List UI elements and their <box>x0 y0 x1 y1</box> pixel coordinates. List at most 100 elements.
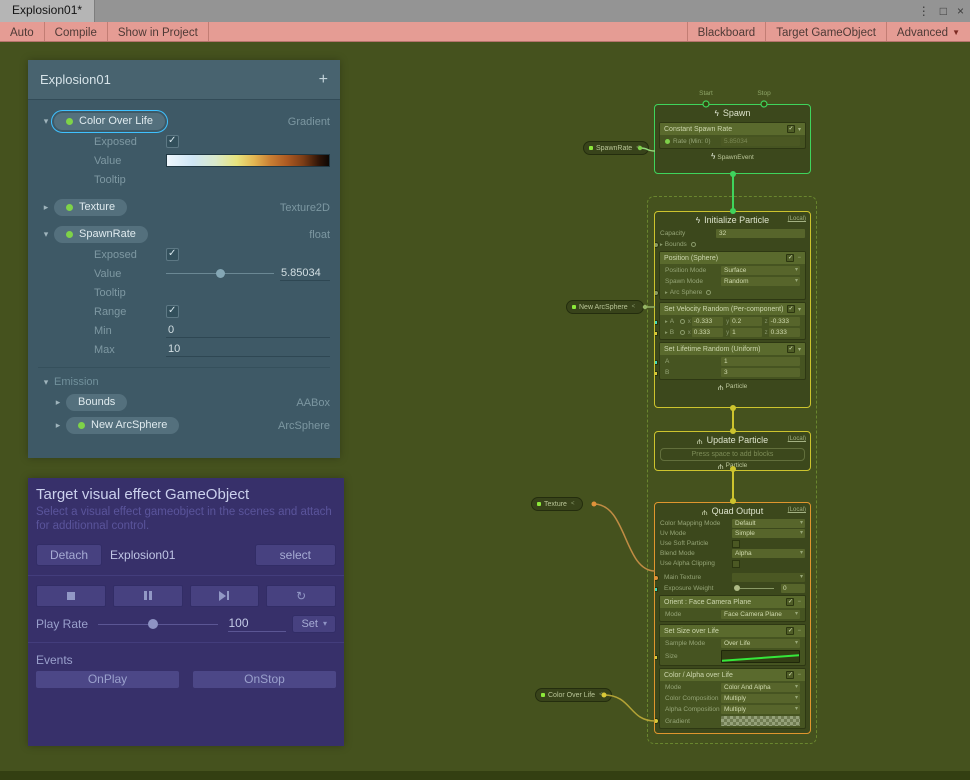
range-checkbox[interactable] <box>166 305 179 318</box>
pause-button[interactable] <box>113 585 183 607</box>
space-mode-link[interactable]: (Local) <box>788 216 806 222</box>
arc-sphere-port[interactable] <box>654 290 659 296</box>
max-field[interactable]: 10 <box>166 343 330 357</box>
initialize-particle-node[interactable]: ϟInitialize Particle(Local) Capacity 32 … <box>654 211 811 408</box>
gradient-port[interactable] <box>654 718 659 724</box>
param-node-color-over-life[interactable]: Color Over Life < <box>535 688 612 702</box>
alpha-clipping-checkbox[interactable] <box>732 560 740 568</box>
rate-port[interactable] <box>665 139 670 144</box>
blend-mode-dropdown[interactable]: Alpha <box>732 549 805 558</box>
position-mode-dropdown[interactable]: Surface <box>721 266 800 275</box>
expand-arrow-icon[interactable]: ▸ <box>665 330 668 336</box>
graph-canvas[interactable]: Start Stop ϟSpawn Constant Spawn Rate✓▾ … <box>0 42 970 780</box>
alpha-composition-dropdown[interactable]: Multiply <box>721 705 800 714</box>
uv-mode-dropdown[interactable]: Simple <box>732 529 805 538</box>
collapse-icon[interactable]: − <box>797 628 801 634</box>
collapse-icon[interactable]: < <box>599 692 603 698</box>
value-field[interactable]: 5.85034 <box>280 267 330 281</box>
block-enabled-checkbox[interactable]: ✓ <box>786 254 794 262</box>
position-sphere-block[interactable]: Position (Sphere)✓− Position Mode Surfac… <box>659 251 806 300</box>
show-in-project-button[interactable]: Show in Project <box>108 22 209 41</box>
lifetime-a-port[interactable] <box>654 360 658 365</box>
lifetime-a-field[interactable]: 1 <box>721 357 800 366</box>
param-node-arcsphere[interactable]: New ArcSphere < <box>566 300 644 314</box>
expand-arrow-icon[interactable]: ▸ <box>665 319 668 325</box>
orient-block[interactable]: Orient : Face Camera Plane✓− Mode Face C… <box>659 595 806 622</box>
collapse-icon[interactable]: ▾ <box>798 306 801 313</box>
collapse-icon[interactable]: − <box>797 599 801 605</box>
space-mode-link[interactable]: (Local) <box>788 436 806 442</box>
lifetime-b-port[interactable] <box>654 371 658 376</box>
exposure-weight-field[interactable]: 0 <box>781 584 805 593</box>
param-pill-color-over-life[interactable]: Color Over Life <box>54 113 165 130</box>
category-emission[interactable]: ▾ Emission <box>38 367 330 388</box>
step-button[interactable] <box>190 585 260 607</box>
quad-output-node[interactable]: ΨQuad Output(Local) Color Mapping Mode D… <box>654 502 811 734</box>
exposure-weight-slider[interactable] <box>732 584 778 593</box>
collapse-icon[interactable]: ▾ <box>798 346 801 353</box>
blackboard-toggle-button[interactable]: Blackboard <box>687 22 766 41</box>
compile-button[interactable]: Compile <box>45 22 108 41</box>
param-node-texture[interactable]: Texture < <box>531 497 583 511</box>
color-mode-dropdown[interactable]: Color And Alpha <box>721 683 800 692</box>
lifetime-b-field[interactable]: 3 <box>721 368 800 377</box>
collapse-icon[interactable]: ▾ <box>798 126 801 133</box>
main-texture-field[interactable] <box>732 573 805 582</box>
spawn-mode-dropdown[interactable]: Random <box>721 277 800 286</box>
advanced-dropdown-button[interactable]: Advanced▼ <box>886 22 970 41</box>
orient-mode-dropdown[interactable]: Face Camera Plane <box>721 610 800 619</box>
main-texture-port[interactable] <box>654 575 659 581</box>
chevron-down-icon[interactable]: ▾ <box>38 377 54 388</box>
velocity-b-port[interactable] <box>654 331 658 336</box>
set-velocity-random-block[interactable]: Set Velocity Random (Per-component)✓▾ ▸ … <box>659 302 806 340</box>
space-toggle-icon[interactable] <box>691 242 696 247</box>
chevron-down-icon[interactable]: ▾ <box>38 116 54 127</box>
block-enabled-checkbox[interactable]: ✓ <box>787 125 795 133</box>
add-blocks-placeholder[interactable]: Press space to add blocks <box>660 448 805 461</box>
value-slider[interactable] <box>166 267 274 280</box>
add-parameter-button[interactable]: + <box>319 71 328 89</box>
auto-toggle-button[interactable]: Auto <box>0 22 45 41</box>
chevron-right-icon[interactable]: ▸ <box>50 420 66 431</box>
block-enabled-checkbox[interactable]: ✓ <box>786 671 794 679</box>
color-mapping-dropdown[interactable]: Default <box>732 519 805 528</box>
exposed-checkbox[interactable] <box>166 248 179 261</box>
capacity-field[interactable]: 32 <box>716 229 805 238</box>
velocity-b-y-field[interactable]: 1 <box>730 328 761 337</box>
soft-particle-checkbox[interactable] <box>732 540 740 548</box>
rate-value-field[interactable]: 5.85034 <box>721 137 800 146</box>
velocity-a-port[interactable] <box>654 320 658 325</box>
gradient-preview-field[interactable] <box>166 154 330 167</box>
velocity-a-z-field[interactable]: -0.333 <box>769 317 800 326</box>
close-icon[interactable]: × <box>957 4 964 18</box>
menu-icon[interactable]: ⋮ <box>918 4 930 18</box>
param-pill-spawnrate[interactable]: SpawnRate <box>54 226 148 243</box>
exposure-weight-port[interactable] <box>654 587 658 592</box>
param-pill-bounds[interactable]: Bounds <box>66 394 127 411</box>
play-rate-slider[interactable] <box>94 617 222 631</box>
block-enabled-checkbox[interactable]: ✓ <box>787 305 795 313</box>
maximize-icon[interactable]: □ <box>940 4 947 18</box>
set-size-over-life-block[interactable]: Set Size over Life✓− Sample Mode Over Li… <box>659 624 806 666</box>
velocity-a-x-field[interactable]: -0.333 <box>692 317 723 326</box>
target-gameobject-toggle-button[interactable]: Target GameObject <box>765 22 886 41</box>
size-port[interactable] <box>654 655 658 660</box>
block-enabled-checkbox[interactable]: ✓ <box>786 627 794 635</box>
collapse-icon[interactable]: < <box>636 145 640 151</box>
param-pill-new-arcsphere[interactable]: New ArcSphere <box>66 417 179 434</box>
collapse-icon[interactable]: < <box>632 304 636 310</box>
gradient-field[interactable] <box>721 716 800 726</box>
set-play-rate-button[interactable]: Set▾ <box>292 615 336 633</box>
restart-button[interactable]: ↻ <box>266 585 336 607</box>
document-tab[interactable]: Explosion01* <box>0 0 95 22</box>
update-particle-node[interactable]: ΨUpdate Particle(Local) Press space to a… <box>654 431 811 471</box>
collapse-icon[interactable]: < <box>571 501 575 507</box>
size-curve-field[interactable] <box>721 650 800 663</box>
onstop-button[interactable]: OnStop <box>193 671 336 688</box>
constant-spawn-rate-block[interactable]: Constant Spawn Rate✓▾ Rate (Min: 0) 5.85… <box>659 122 806 149</box>
sample-mode-dropdown[interactable]: Over Life <box>721 639 800 648</box>
onplay-button[interactable]: OnPlay <box>36 671 179 688</box>
param-pill-texture[interactable]: Texture <box>54 199 127 216</box>
velocity-a-y-field[interactable]: 0.2 <box>730 317 761 326</box>
collapse-icon[interactable]: − <box>797 672 801 678</box>
